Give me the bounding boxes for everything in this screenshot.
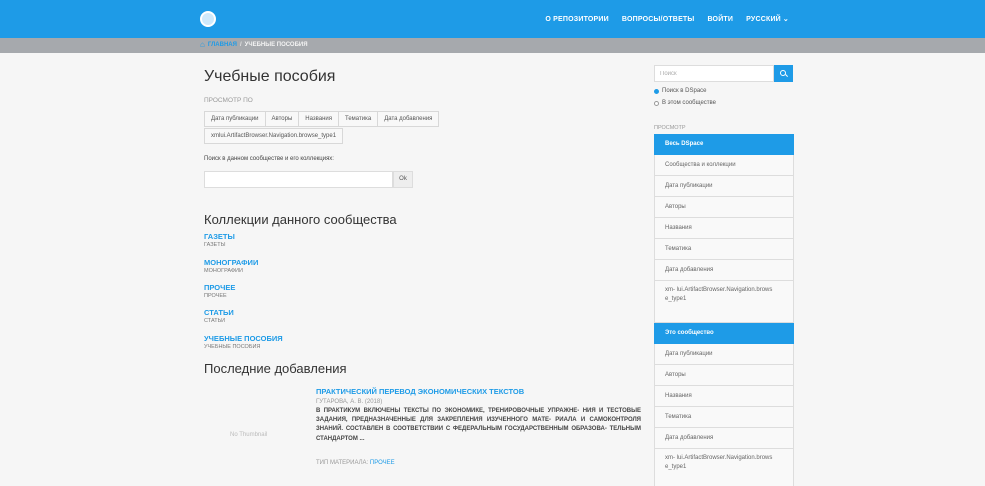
- radio-search-dspace[interactable]: Поиск в DSpace: [654, 88, 707, 94]
- radio-dot: [654, 100, 659, 106]
- browse-date-button[interactable]: Дата публикации: [204, 111, 266, 127]
- collection-description: МОНОГРАФИИ: [204, 268, 243, 274]
- radio-search-community[interactable]: В этом сообществе: [654, 100, 716, 106]
- collection-description: УЧЕБНЫЕ ПОСОБИЯ: [204, 344, 261, 350]
- item-abstract: В ПРАКТИКУМ ВКЛЮЧЕНЫ ТЕКСТЫ ПО ЭКОНОМИКЕ…: [316, 408, 641, 442]
- sidebar-browse-label: ПРОСМОТР: [654, 125, 686, 131]
- collection-link[interactable]: СТАТЬИ: [204, 308, 234, 317]
- sidebar-item-date[interactable]: Дата публикации: [654, 344, 794, 365]
- sidebar-item-subject[interactable]: Тематика: [654, 239, 794, 260]
- collections-heading: Коллекции данного сообщества: [204, 212, 397, 227]
- collection-description: ПРОЧЕЕ: [204, 293, 227, 299]
- sidebar-item-browse-type[interactable]: xm- lui.ArtifactBrowser.Navigation.brows…: [654, 281, 794, 323]
- sidebar-this-community: Это сообщество Дата публикации Авторы На…: [654, 323, 794, 486]
- sidebar-item-authors[interactable]: Авторы: [654, 365, 794, 386]
- nav-faq[interactable]: ВОПРОСЫ/ОТВЕТЫ: [622, 16, 695, 23]
- sidebar-item-titles[interactable]: Названия: [654, 218, 794, 239]
- breadcrumb-separator: /: [239, 42, 242, 48]
- top-nav: О РЕПОЗИТОРИИ ВОПРОСЫ/ОТВЕТЫ ВОЙТИ РУССК…: [545, 0, 789, 38]
- collection-item: УЧЕБНЫЕ ПОСОБИЯ УЧЕБНЫЕ ПОСОБИЯ: [204, 334, 283, 350]
- browse-titles-button[interactable]: Названия: [298, 111, 339, 127]
- browse-subject-button[interactable]: Тематика: [338, 111, 379, 127]
- community-search-input[interactable]: [204, 171, 393, 188]
- browse-by-label: ПРОСМОТР ПО: [204, 97, 253, 104]
- radio-label: Поиск в DSpace: [662, 88, 707, 94]
- search-icon-handle: [784, 74, 789, 78]
- recent-additions-heading: Последние добавления: [204, 361, 347, 376]
- chevron-down-icon: ⌄: [782, 16, 789, 23]
- breadcrumb: ⌂ ГЛАВНАЯ / УЧЕБНЫЕ ПОСОБИЯ: [0, 38, 985, 53]
- home-icon[interactable]: ⌂: [200, 41, 205, 49]
- sidebar-header-all-dspace[interactable]: Весь DSpace: [654, 134, 794, 155]
- nav-language[interactable]: РУССКИЙ ⌄: [746, 15, 789, 23]
- breadcrumb-home[interactable]: ГЛАВНАЯ: [208, 42, 237, 48]
- collection-description: ГАЗЕТЫ: [204, 242, 226, 248]
- collection-link[interactable]: МОНОГРАФИИ: [204, 258, 258, 267]
- sidebar-item-communities[interactable]: Сообщества и коллекции: [654, 155, 794, 176]
- collection-link[interactable]: УЧЕБНЫЕ ПОСОБИЯ: [204, 334, 283, 343]
- page-title: Учебные пособия: [204, 68, 336, 85]
- ok-button[interactable]: Ok: [393, 171, 413, 188]
- item-thumbnail[interactable]: No Thumbnail: [230, 432, 267, 438]
- dspace-logo-icon[interactable]: [200, 11, 216, 27]
- sidebar-item-date-added[interactable]: Дата добавления: [654, 428, 794, 449]
- sidebar-item-subject[interactable]: Тематика: [654, 407, 794, 428]
- collection-link[interactable]: ПРОЧЕЕ: [204, 283, 235, 292]
- language-label: РУССКИЙ: [746, 16, 781, 23]
- sidebar-item-date-added[interactable]: Дата добавления: [654, 260, 794, 281]
- radio-label: В этом сообществе: [662, 100, 716, 106]
- nav-login[interactable]: ВОЙТИ: [707, 16, 733, 23]
- breadcrumb-current: УЧЕБНЫЕ ПОСОБИЯ: [244, 42, 308, 48]
- sidebar-item-browse-type[interactable]: xm- lui.ArtifactBrowser.Navigation.brows…: [654, 449, 794, 486]
- collection-item: ПРОЧЕЕ ПРОЧЕЕ: [204, 283, 235, 299]
- item-type: ТИП МАТЕРИАЛА: ПРОЧЕЕ: [316, 460, 395, 466]
- item-type-label: ТИП МАТЕРИАЛА:: [316, 460, 369, 466]
- browse-authors-button[interactable]: Авторы: [264, 111, 300, 127]
- item-author: ГУТАРОВА, А. В. (2018): [316, 399, 383, 405]
- item-type-value[interactable]: ПРОЧЕЕ: [370, 460, 395, 466]
- sidebar-item-titles[interactable]: Названия: [654, 386, 794, 407]
- browse-date-added-button[interactable]: Дата добавления: [377, 111, 440, 127]
- sidebar-header-this-community[interactable]: Это сообщество: [654, 323, 794, 344]
- sidebar-all-dspace: Весь DSpace Сообщества и коллекции Дата …: [654, 134, 794, 323]
- top-navbar: О РЕПОЗИТОРИИ ВОПРОСЫ/ОТВЕТЫ ВОЙТИ РУССК…: [0, 0, 985, 38]
- collection-link[interactable]: ГАЗЕТЫ: [204, 232, 235, 241]
- sidebar-search-button[interactable]: [774, 65, 793, 82]
- radio-dot-selected: [654, 88, 659, 94]
- nav-about[interactable]: О РЕПОЗИТОРИИ: [545, 16, 609, 23]
- sidebar-search-input[interactable]: [654, 65, 774, 82]
- collection-item: ГАЗЕТЫ ГАЗЕТЫ: [204, 232, 235, 248]
- browse-button-group: Дата публикации Авторы Названия Тематика…: [204, 111, 440, 127]
- sidebar-item-date[interactable]: Дата публикации: [654, 176, 794, 197]
- collection-item: МОНОГРАФИИ МОНОГРАФИИ: [204, 258, 258, 274]
- collection-description: СТАТЬИ: [204, 318, 226, 324]
- community-search-label: Поиск в данном сообществе и его коллекци…: [204, 156, 334, 162]
- browse-type-button[interactable]: xmlui.ArtifactBrowser.Navigation.browse_…: [204, 128, 344, 144]
- item-title-link[interactable]: ПРАКТИЧЕСКИЙ ПЕРЕВОД ЭКОНОМИЧЕСКИХ ТЕКСТ…: [316, 387, 524, 396]
- browse-button-group-2: xmlui.ArtifactBrowser.Navigation.browse_…: [204, 128, 344, 144]
- sidebar-item-authors[interactable]: Авторы: [654, 197, 794, 218]
- collection-item: СТАТЬИ СТАТЬИ: [204, 308, 234, 324]
